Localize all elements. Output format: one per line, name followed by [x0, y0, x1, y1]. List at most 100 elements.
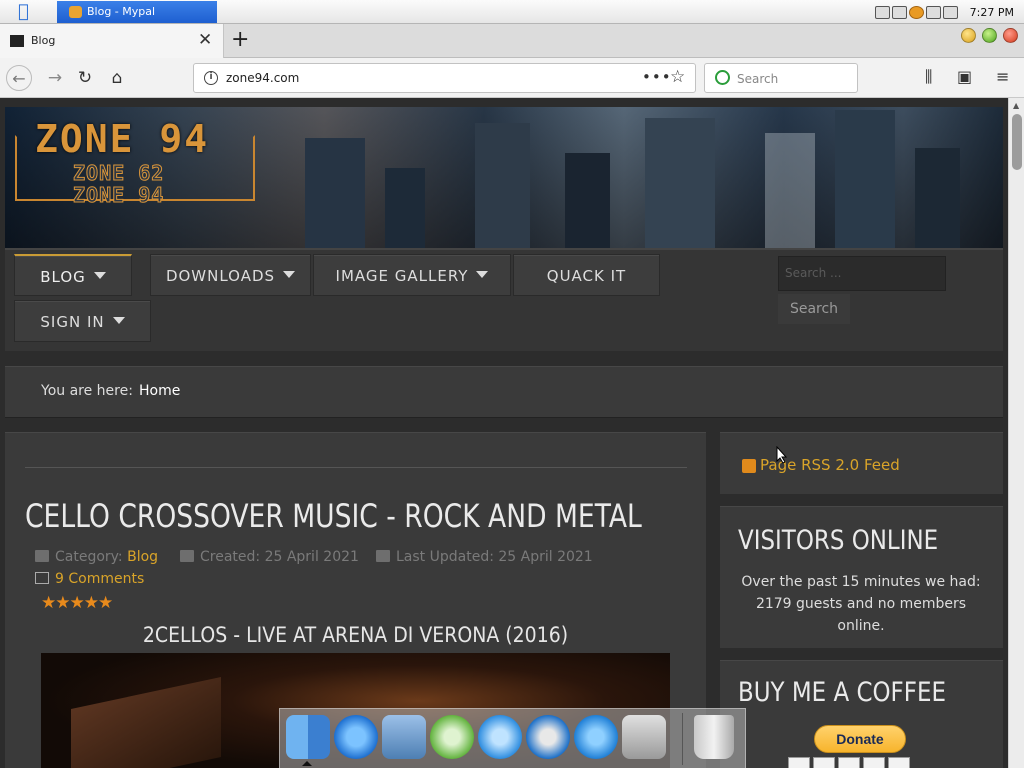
system-preferences-icon[interactable] [622, 715, 666, 759]
itunes-icon[interactable] [430, 715, 474, 759]
nav-blog[interactable]: BLOG [14, 254, 132, 296]
breadcrumb: You are here: Home [5, 366, 1003, 418]
article-category: Category: Blog [35, 549, 158, 565]
category-link[interactable]: Blog [127, 549, 158, 565]
mouse-cursor-icon [776, 446, 788, 464]
nav-quack-it[interactable]: QUACK IT [513, 254, 660, 296]
close-window-button[interactable] [1003, 28, 1018, 43]
spotlight-icon[interactable] [908, 5, 924, 19]
system-menubar:  Blog - Mypal 7:27 PM [0, 0, 1024, 24]
quicktime-icon[interactable] [574, 715, 618, 759]
dock [279, 708, 746, 768]
trash-icon[interactable] [694, 715, 734, 759]
close-tab-icon[interactable]: ✕ [198, 30, 212, 50]
app-title-text: Blog - Mypal [87, 5, 156, 18]
browser-tabstrip: Blog ✕ + [0, 24, 1024, 58]
browser-search-input[interactable]: Search [704, 63, 858, 93]
volume-icon[interactable] [942, 5, 958, 19]
chevron-down-icon [93, 272, 106, 279]
scrollbar-thumb[interactable] [1012, 114, 1022, 170]
site-search-input[interactable]: Search ... [778, 256, 946, 291]
network-icon[interactable] [925, 5, 941, 19]
chevron-down-icon [112, 317, 125, 324]
rss-icon [742, 459, 756, 473]
forward-arrow-icon[interactable]: → [42, 65, 68, 91]
dock-separator [682, 713, 683, 765]
donate-button[interactable]: Donate [814, 725, 906, 753]
folder-icon [35, 550, 49, 562]
calendar-icon [180, 550, 194, 562]
nav-image-gallery[interactable]: IMAGE GALLERY [313, 254, 511, 296]
keyboard-icon[interactable] [874, 5, 890, 19]
favicon-icon [10, 35, 24, 47]
new-tab-icon[interactable]: + [231, 28, 249, 52]
nav-downloads[interactable]: DOWNLOADS [150, 254, 311, 296]
site-logo[interactable]: ZONE 94 [35, 117, 209, 161]
comments-link[interactable]: 9 Comments [35, 571, 144, 587]
address-bar[interactable]: i zone94.com ••• ☆ [193, 63, 696, 93]
updated-date: Last Updated: 25 April 2021 [396, 549, 593, 565]
payment-cards [788, 757, 910, 768]
nav-sign-in-label: SIGN IN [40, 313, 105, 331]
active-app-title[interactable]: Blog - Mypal [57, 1, 217, 23]
comment-icon [35, 572, 49, 584]
chevron-down-icon [283, 271, 296, 278]
running-indicator-icon [302, 761, 312, 766]
preview-icon[interactable] [382, 715, 426, 759]
article-created: Created: 25 April 2021 [180, 549, 359, 565]
rating-stars[interactable]: ★★★★★ [41, 593, 113, 613]
internet-explorer-icon[interactable] [334, 715, 378, 759]
minimize-window-button[interactable] [961, 28, 976, 43]
system-tray: 7:27 PM [874, 0, 1024, 24]
home-icon[interactable]: ⌂ [104, 65, 130, 91]
nav-downloads-label: DOWNLOADS [165, 267, 276, 285]
display-icon[interactable] [891, 5, 907, 19]
dvd-player-icon[interactable] [526, 715, 570, 759]
coffee-panel: BUY ME A COFFEE Donate [720, 660, 1003, 768]
created-date: Created: 25 April 2021 [200, 549, 359, 565]
article-title[interactable]: CELLO CROSSOVER MUSIC - ROCK AND METAL [25, 497, 642, 535]
bank-icon [888, 757, 910, 768]
site-search-button[interactable]: Search [778, 294, 850, 324]
library-icon[interactable]: ⫼ [925, 67, 932, 87]
reload-icon[interactable]: ↻ [72, 65, 98, 91]
visitors-heading: VISITORS ONLINE [738, 525, 939, 556]
web-page: ZONE 94 ZONE 62 ZONE 94 BLOG DOWNLOADS I… [0, 98, 1008, 768]
maximize-window-button[interactable] [982, 28, 997, 43]
visa-icon [788, 757, 810, 768]
back-arrow-icon[interactable]: ← [6, 65, 32, 91]
tab-title: Blog [31, 34, 56, 47]
comments-count: 9 Comments [55, 571, 145, 587]
coffee-heading: BUY ME A COFFEE [738, 677, 946, 708]
clock[interactable]: 7:27 PM [970, 6, 1014, 19]
nav-sign-in[interactable]: SIGN IN [14, 300, 151, 342]
browser-toolbar: ← → ↻ ⌂ i zone94.com ••• ☆ Search ⫼ ▣ ≡ [0, 58, 1024, 98]
page-actions-icon[interactable]: ••• [642, 68, 672, 86]
browser-tab[interactable]: Blog ✕ [0, 24, 224, 58]
mastercard-icon [813, 757, 835, 768]
window-controls [961, 28, 1018, 43]
hamburger-icon[interactable]: ≡ [996, 67, 1009, 86]
logo-sub-line-2: ZONE 94 [72, 183, 165, 207]
search-placeholder: Search [737, 72, 779, 86]
star-icon[interactable]: ☆ [670, 67, 685, 87]
finder-icon[interactable] [286, 715, 330, 759]
media-player-icon[interactable] [478, 715, 522, 759]
site-logo-sub: ZONE 62 ZONE 94 [72, 162, 165, 207]
site-info-icon[interactable]: i [204, 71, 218, 85]
rss-panel: Page RSS 2.0 Feed [720, 432, 1003, 494]
visitors-panel: VISITORS ONLINE Over the past 15 minutes… [720, 506, 1003, 648]
breadcrumb-home-link[interactable]: Home [139, 383, 180, 399]
apple-menu-icon[interactable]:  [18, 2, 36, 21]
sidebar-icon[interactable]: ▣ [957, 67, 972, 86]
scroll-up-icon[interactable]: ▲ [1013, 101, 1019, 110]
visitors-text: Over the past 15 minutes we had: 2179 gu… [741, 574, 981, 634]
url-text[interactable]: zone94.com [226, 71, 299, 85]
nav-image-gallery-label: IMAGE GALLERY [335, 267, 469, 285]
discover-icon [863, 757, 885, 768]
video-thumbnail [71, 677, 221, 768]
search-engine-icon[interactable] [715, 70, 730, 85]
article-updated: Last Updated: 25 April 2021 [376, 549, 593, 565]
page-scrollbar[interactable]: ▲ [1008, 98, 1024, 768]
site-navigation: BLOG DOWNLOADS IMAGE GALLERY QUACK IT SI… [5, 248, 1003, 351]
